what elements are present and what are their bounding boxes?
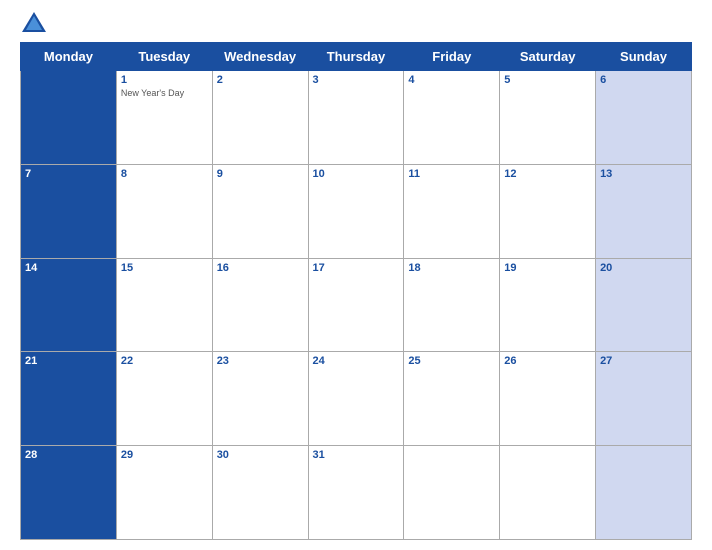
week-row-1: 1 New Year's Day 23456 <box>21 71 692 165</box>
calendar-cell: 21 <box>21 352 117 446</box>
day-number: 13 <box>600 168 687 180</box>
days-of-week-row: MondayTuesdayWednesdayThursdayFridaySatu… <box>21 43 692 71</box>
day-number: 31 <box>313 449 400 461</box>
calendar-cell: 15 <box>116 258 212 352</box>
calendar-cell: 2 <box>212 71 308 165</box>
calendar-header-row: MondayTuesdayWednesdayThursdayFridaySatu… <box>21 43 692 71</box>
day-number: 22 <box>121 355 208 367</box>
calendar-cell: 10 <box>308 164 404 258</box>
week-row-5: 28 29 30 31 <box>21 446 692 540</box>
calendar-cell: 22 <box>116 352 212 446</box>
calendar-cell: 17 <box>308 258 404 352</box>
day-number: 10 <box>313 168 400 180</box>
calendar-cell: 16 <box>212 258 308 352</box>
day-number: 6 <box>600 74 687 86</box>
day-number: 4 <box>408 74 495 86</box>
calendar-cell: 18 <box>404 258 500 352</box>
day-number: 28 <box>25 449 112 461</box>
week-row-2: 789 10 11 12 13 <box>21 164 692 258</box>
calendar-cell <box>500 446 596 540</box>
week-row-3: 14 15 16 17 18 19 20 <box>21 258 692 352</box>
calendar-cell: 27 <box>596 352 692 446</box>
calendar-cell: 30 <box>212 446 308 540</box>
calendar-cell: 14 <box>21 258 117 352</box>
day-number: 17 <box>313 262 400 274</box>
day-number: 2 <box>217 74 304 86</box>
day-number: 16 <box>217 262 304 274</box>
day-header-friday: Friday <box>404 43 500 71</box>
day-number: 27 <box>600 355 687 367</box>
calendar-cell <box>21 71 117 165</box>
day-number: 7 <box>25 168 112 180</box>
day-number: 14 <box>25 262 112 274</box>
week-row-4: 21 22 23 24 25 26 27 <box>21 352 692 446</box>
calendar-cell: 29 <box>116 446 212 540</box>
day-number: 25 <box>408 355 495 367</box>
day-number: 29 <box>121 449 208 461</box>
calendar-cell: 3 <box>308 71 404 165</box>
day-header-saturday: Saturday <box>500 43 596 71</box>
day-number: 11 <box>408 168 495 180</box>
calendar-cell: 1 New Year's Day <box>116 71 212 165</box>
day-number: 24 <box>313 355 400 367</box>
day-number: 26 <box>504 355 591 367</box>
day-number: 19 <box>504 262 591 274</box>
calendar-cell: 7 <box>21 164 117 258</box>
day-number: 1 <box>121 74 208 86</box>
calendar-cell: 13 <box>596 164 692 258</box>
calendar-cell: 6 <box>596 71 692 165</box>
calendar-cell: 5 <box>500 71 596 165</box>
day-number: 21 <box>25 355 112 367</box>
calendar-cell: 8 <box>116 164 212 258</box>
day-number: 18 <box>408 262 495 274</box>
calendar-cell: 31 <box>308 446 404 540</box>
day-number: 3 <box>313 74 400 86</box>
calendar-cell: 20 <box>596 258 692 352</box>
calendar-table: MondayTuesdayWednesdayThursdayFridaySatu… <box>20 42 692 540</box>
calendar-cell: 4 <box>404 71 500 165</box>
day-number: 8 <box>121 168 208 180</box>
holiday-label: New Year's Day <box>121 88 208 99</box>
day-number: 5 <box>504 74 591 86</box>
day-header-tuesday: Tuesday <box>116 43 212 71</box>
calendar-body: 1New Year's Day2345678910111213141516171… <box>21 71 692 540</box>
calendar-cell: 25 <box>404 352 500 446</box>
calendar-cell: 26 <box>500 352 596 446</box>
calendar-cell: 24 <box>308 352 404 446</box>
calendar-header <box>20 10 692 38</box>
calendar-cell: 9 <box>212 164 308 258</box>
day-number: 20 <box>600 262 687 274</box>
calendar-cell: 23 <box>212 352 308 446</box>
calendar-cell: 19 <box>500 258 596 352</box>
day-header-monday: Monday <box>21 43 117 71</box>
calendar-cell: 11 <box>404 164 500 258</box>
day-number: 23 <box>217 355 304 367</box>
day-number: 15 <box>121 262 208 274</box>
day-number: 9 <box>217 168 304 180</box>
calendar-cell <box>596 446 692 540</box>
day-header-thursday: Thursday <box>308 43 404 71</box>
day-number: 12 <box>504 168 591 180</box>
calendar-cell: 28 <box>21 446 117 540</box>
logo <box>20 10 52 38</box>
calendar-cell: 12 <box>500 164 596 258</box>
day-header-wednesday: Wednesday <box>212 43 308 71</box>
day-number: 30 <box>217 449 304 461</box>
day-header-sunday: Sunday <box>596 43 692 71</box>
generalblue-logo-icon <box>20 10 48 38</box>
calendar-cell <box>404 446 500 540</box>
